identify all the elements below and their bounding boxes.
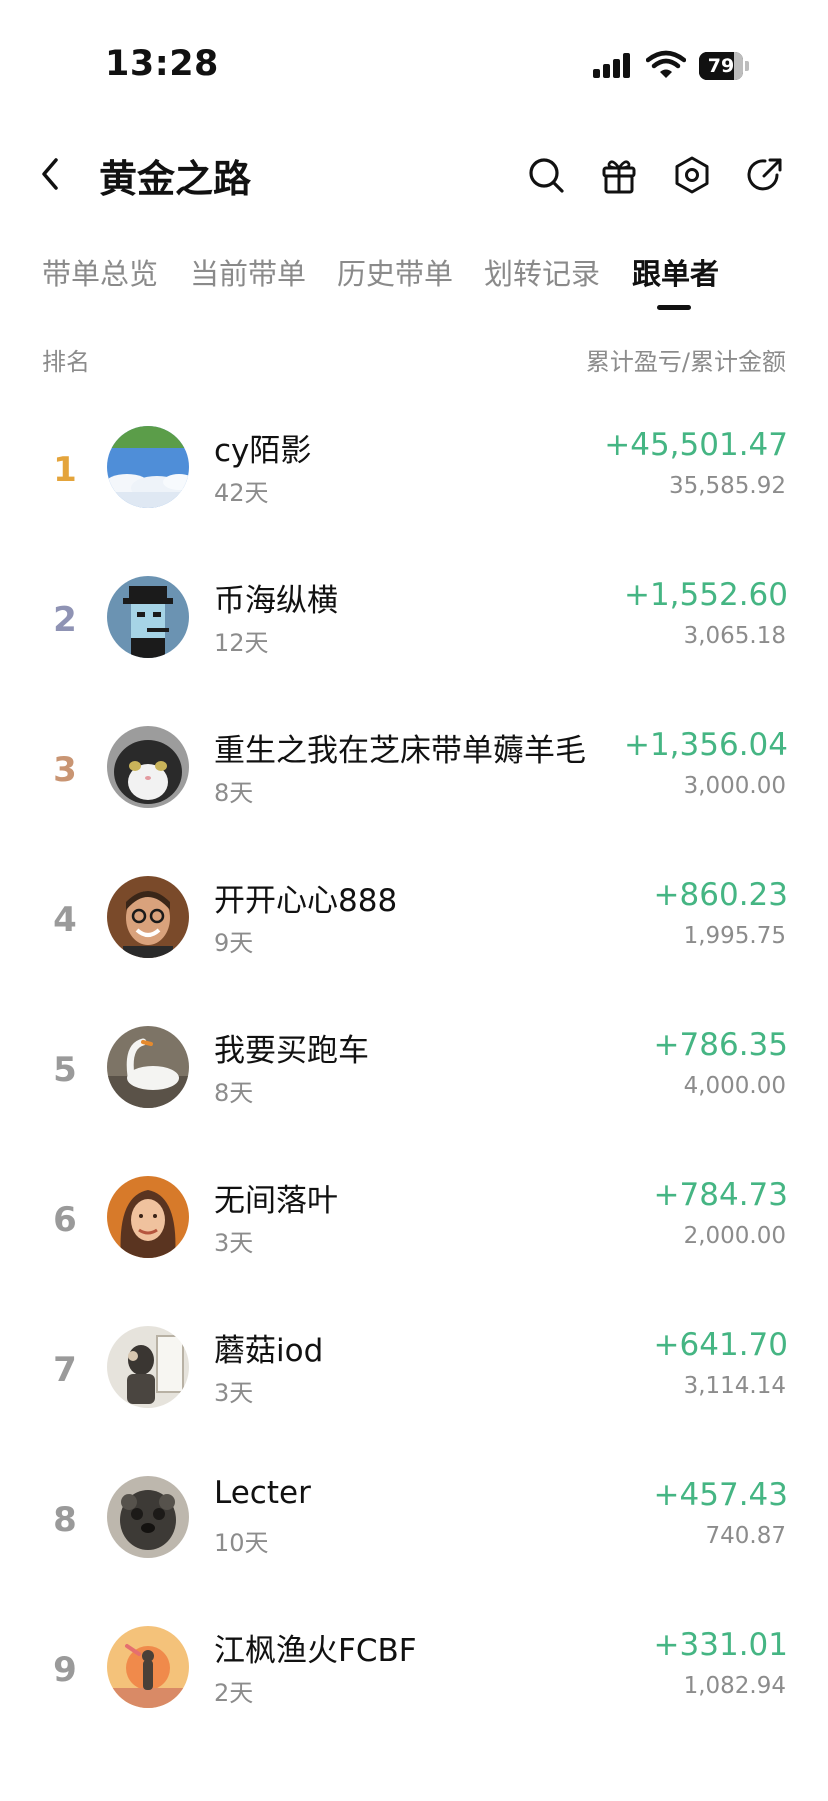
follower-row[interactable]: 7 蘑菇iod 3天 +641.70 3,114.14	[0, 1305, 828, 1455]
list-header: 排名 累计盈亏/累计金额	[0, 342, 828, 382]
tab-transfers[interactable]: 划转记录	[484, 251, 600, 293]
rank-column-header: 排名	[42, 348, 90, 376]
follower-name: 我要买跑车	[214, 1033, 369, 1069]
follower-row[interactable]: 2 币海纵横 12天 +1,552.60 3,065.18	[0, 555, 828, 705]
follower-row[interactable]: 9 江枫渔火FCBF 2天 +331.01 1,082.94	[0, 1605, 828, 1755]
rank-number: 5	[53, 1050, 77, 1090]
rank-number: 4	[53, 900, 77, 940]
cumulative-pnl: +786.35	[653, 1027, 788, 1063]
status-bar: 13:28 79	[0, 0, 828, 130]
avatar	[107, 1626, 189, 1708]
follow-days: 3天	[214, 1379, 254, 1407]
follower-name: 江枫渔火FCBF	[214, 1633, 417, 1669]
tab-followers[interactable]: 跟单者	[632, 251, 719, 293]
cumulative-pnl: +45,501.47	[604, 427, 788, 463]
rank-number: 3	[53, 750, 77, 790]
battery-percent: 79	[707, 55, 735, 77]
avatar	[107, 576, 189, 658]
active-tab-indicator	[657, 305, 691, 310]
follow-days: 3天	[214, 1229, 254, 1257]
follow-days: 8天	[214, 779, 254, 807]
follow-days: 2天	[214, 1679, 254, 1707]
status-time: 13:28	[105, 44, 219, 84]
follower-row[interactable]: 6 无间落叶 3天 +784.73 2,000.00	[0, 1155, 828, 1305]
cumulative-amount: 35,585.92	[668, 473, 786, 499]
avatar	[107, 426, 189, 508]
follower-name: 重生之我在芝床带单薅羊毛	[214, 733, 586, 769]
cumulative-amount: 3,114.14	[683, 1373, 786, 1399]
rank-number: 8	[53, 1500, 77, 1540]
avatar	[107, 1176, 189, 1258]
follower-row[interactable]: 8 Lecter 10天 +457.43 740.87	[0, 1455, 828, 1605]
cumulative-amount: 740.87	[705, 1523, 786, 1549]
follow-days: 8天	[214, 1079, 254, 1107]
avatar	[107, 1476, 189, 1558]
wifi-icon	[646, 50, 686, 78]
cumulative-amount: 3,000.00	[683, 773, 786, 799]
cumulative-pnl: +784.73	[653, 1177, 788, 1213]
tab-overview[interactable]: 带单总览	[42, 251, 158, 293]
follower-name: 开开心心888	[214, 883, 398, 919]
follower-name: Lecter	[214, 1475, 311, 1511]
pnl-column-header: 累计盈亏/累计金额	[585, 348, 786, 376]
cumulative-pnl: +331.01	[653, 1627, 788, 1663]
follow-days: 12天	[214, 629, 269, 657]
avatar	[107, 1326, 189, 1408]
rank-number: 2	[53, 600, 77, 640]
battery-icon: 79	[699, 52, 743, 80]
follower-name: cy陌影	[214, 433, 312, 469]
follow-days: 10天	[214, 1529, 269, 1557]
gift-icon[interactable]	[598, 154, 640, 196]
search-icon[interactable]	[525, 154, 567, 196]
cumulative-amount: 1,995.75	[683, 923, 786, 949]
cumulative-pnl: +1,552.60	[623, 577, 788, 613]
cumulative-amount: 4,000.00	[683, 1073, 786, 1099]
app-header: 黄金之路	[0, 130, 828, 220]
cumulative-amount: 2,000.00	[683, 1223, 786, 1249]
follower-row[interactable]: 4 开开心心888 9天 +860.23 1,995.75	[0, 855, 828, 1005]
cumulative-pnl: +1,356.04	[623, 727, 788, 763]
avatar	[107, 1026, 189, 1108]
cumulative-amount: 3,065.18	[683, 623, 786, 649]
tab-history[interactable]: 历史带单	[337, 251, 453, 293]
signal-icon	[593, 53, 630, 78]
follower-row[interactable]: 3 重生之我在芝床带单薅羊毛 8天 +1,356.04 3,000.00	[0, 705, 828, 855]
avatar	[107, 726, 189, 808]
cumulative-pnl: +457.43	[653, 1477, 788, 1513]
follower-row[interactable]: 5 我要买跑车 8天 +786.35 4,000.00	[0, 1005, 828, 1155]
follower-row[interactable]: 1 cy陌影 42天 +45,501.47 35,585.92	[0, 405, 828, 555]
tab-bar: 带单总览 当前带单 历史带单 划转记录 跟单者	[0, 245, 828, 315]
avatar	[107, 876, 189, 958]
tab-current[interactable]: 当前带单	[190, 251, 306, 293]
follower-name: 币海纵横	[214, 583, 338, 619]
follow-days: 9天	[214, 929, 254, 957]
rank-number: 7	[53, 1350, 77, 1390]
rank-number: 9	[53, 1650, 77, 1690]
share-icon[interactable]	[744, 154, 786, 196]
rank-number: 1	[53, 450, 77, 490]
battery-indicator: 79	[699, 52, 751, 80]
cumulative-pnl: +641.70	[653, 1327, 788, 1363]
settings-icon[interactable]	[671, 154, 713, 196]
page-title: 黄金之路	[99, 157, 252, 201]
cumulative-pnl: +860.23	[653, 877, 788, 913]
cumulative-amount: 1,082.94	[683, 1673, 786, 1699]
follower-name: 无间落叶	[214, 1183, 338, 1219]
back-icon[interactable]	[34, 154, 66, 194]
follow-days: 42天	[214, 479, 269, 507]
rank-number: 6	[53, 1200, 77, 1240]
follower-name: 蘑菇iod	[214, 1333, 324, 1369]
